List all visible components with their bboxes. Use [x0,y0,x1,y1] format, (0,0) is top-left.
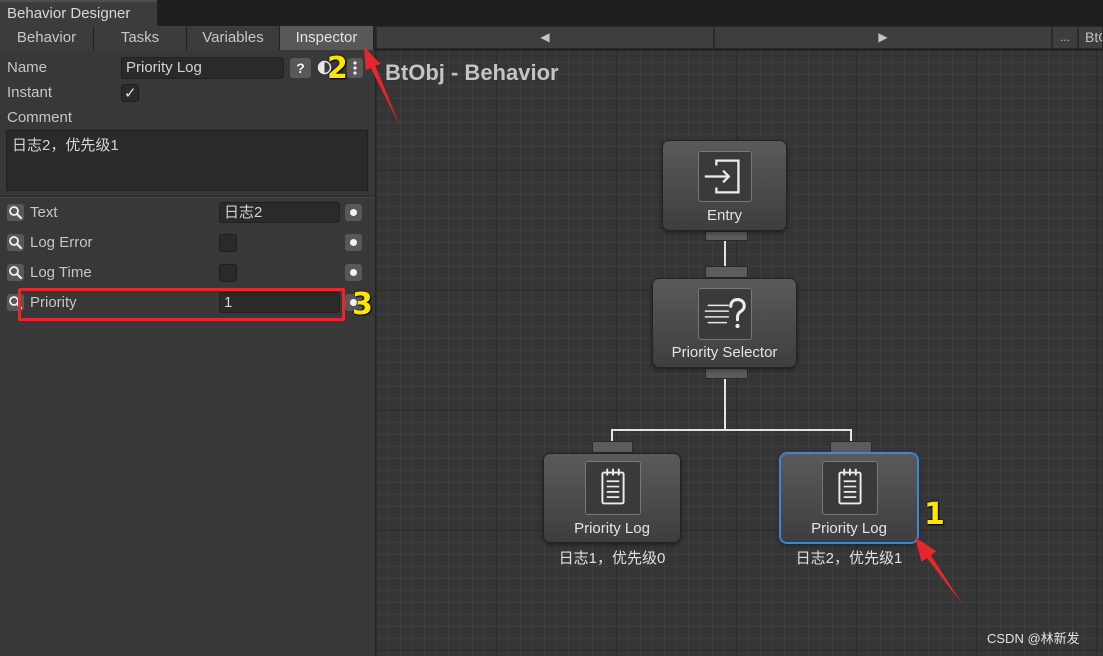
log-time-checkbox[interactable] [219,264,237,282]
priority-log-right-label: Priority Log [811,520,887,537]
log-right-input-connector[interactable] [830,441,872,453]
log-error-checkbox[interactable] [219,234,237,252]
connection-right-drop [850,429,852,441]
instant-checkbox[interactable] [121,84,139,102]
log-icon [822,461,878,515]
shared-variable-toggle-button[interactable] [345,264,362,281]
entry-node[interactable]: Entry [662,140,787,231]
dot-icon [350,269,357,276]
comment-textarea[interactable]: 日志2，优先级1 [6,130,368,191]
task-name-field[interactable]: Priority Log [121,57,284,79]
window-tab-behavior-designer[interactable]: Behavior Designer [0,0,157,26]
priority-log-node-left[interactable]: Priority Log [543,453,681,543]
priority-log-right-comment: 日志2，优先级1 [795,550,903,567]
field-label-log-error: Log Error [30,234,93,251]
shared-variable-toggle-button[interactable] [345,204,362,221]
priority-selector-icon [698,288,752,340]
behavior-graph-canvas[interactable]: BtObj - Behavior Entry Priority Selector… [376,50,1103,656]
name-label: Name [7,59,48,76]
text-field[interactable]: 日志2 [219,202,340,223]
menu-icon[interactable] [347,58,363,78]
graph-title: BtObj - Behavior [385,60,559,85]
behavior-designer-window: Behavior Designer Behavior Tasks Variabl… [0,0,1103,656]
tab-variables[interactable]: Variables [187,26,280,50]
connection-left-drop [611,429,613,441]
field-label-text: Text [30,204,58,221]
entry-node-label: Entry [706,207,742,224]
dot-icon [350,209,357,216]
field-row-log-time: Log Time [0,262,375,283]
selector-input-connector[interactable] [705,266,748,278]
annotation-marker-2: 2 [327,51,348,86]
entry-output-connector[interactable] [705,231,748,241]
comment-label: Comment [7,109,73,126]
shared-variable-toggle-button[interactable] [345,234,362,251]
annotation-marker-1: 1 [924,497,945,532]
priority-log-left-label: Priority Log [574,520,650,537]
connection-entry-selector [724,241,726,266]
search-icon[interactable] [7,234,24,251]
log-icon [585,461,641,515]
connection-selector-trunk [724,379,726,431]
inspector-separator [0,196,375,198]
priority-log-left-comment: 日志1，优先级0 [558,550,666,567]
watermark: CSDN @林新发 [987,631,1080,646]
priority-selector-node[interactable]: Priority Selector [652,278,797,368]
window-tab-strip [0,0,1103,26]
dot-icon [350,239,357,246]
field-row-log-error: Log Error [0,232,375,253]
field-label-log-time: Log Time [30,264,92,281]
tab-tasks[interactable]: Tasks [94,26,187,50]
instant-label: Instant [7,84,53,101]
more-options-button[interactable]: ... [1052,26,1078,49]
annotation-marker-3: 3 [352,287,373,322]
search-icon[interactable] [7,264,24,281]
search-icon[interactable] [7,204,24,221]
previous-behavior-button[interactable]: ◀ [376,26,714,49]
entry-icon [698,151,752,202]
priority-selector-node-label: Priority Selector [671,344,778,361]
log-left-input-connector[interactable] [592,441,633,453]
help-button[interactable]: ? [290,58,311,78]
connection-branch [611,429,852,431]
priority-log-node-right[interactable]: Priority Log [780,453,918,543]
behavior-selector-button[interactable]: BtO [1078,26,1103,49]
selector-output-connector[interactable] [705,368,748,379]
field-row-text: Text 日志2 [0,202,375,223]
tab-inspector[interactable]: Inspector [280,26,374,50]
priority-highlight-box [18,288,345,321]
next-behavior-button[interactable]: ▶ [714,26,1052,49]
tab-behavior[interactable]: Behavior [0,26,94,50]
